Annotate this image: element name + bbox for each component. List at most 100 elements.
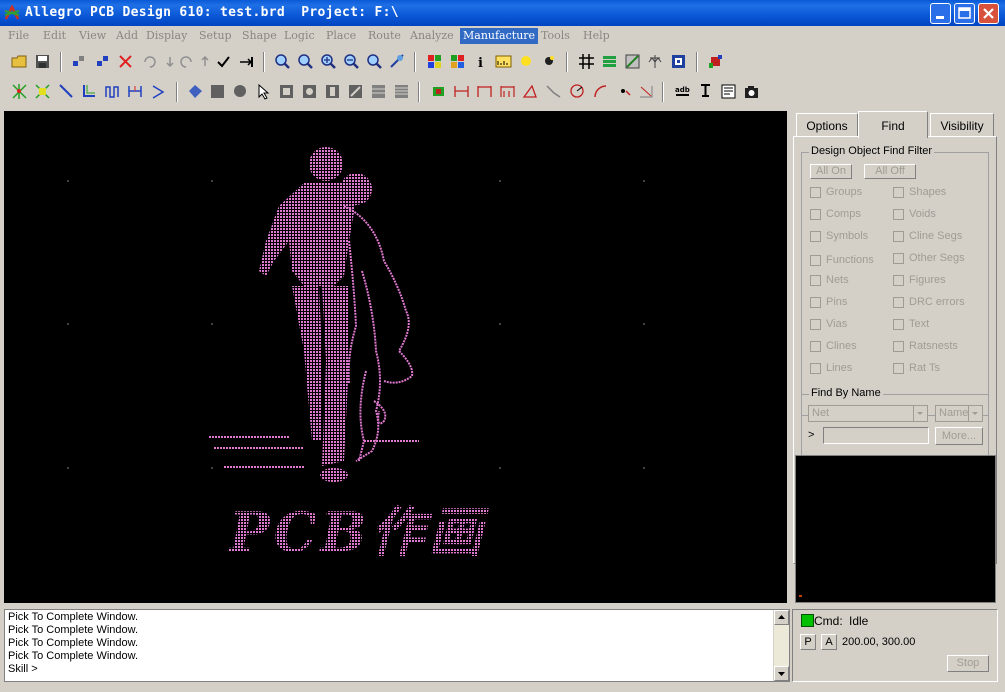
layer-visibility-button[interactable] [599, 51, 620, 72]
a-button[interactable]: A [821, 634, 837, 650]
next-button[interactable] [236, 51, 257, 72]
all-on-button[interactable]: All On [810, 164, 852, 179]
slide-icon [83, 85, 95, 97]
properties-button[interactable] [645, 51, 666, 72]
shadow-button[interactable] [447, 51, 468, 72]
menu-display[interactable]: Display [143, 28, 190, 44]
maximize-button[interactable] [954, 3, 975, 24]
menu-shape[interactable]: Shape [239, 28, 280, 44]
measure-button[interactable] [493, 51, 514, 72]
menu-edit[interactable]: Edit [40, 28, 69, 44]
zoom-fit-button[interactable] [295, 51, 316, 72]
shape-add-button[interactable] [185, 81, 206, 102]
console-scrollbar[interactable] [773, 610, 789, 681]
zoom-out-button[interactable] [341, 51, 362, 72]
outputs-button[interactable] [705, 51, 726, 72]
color-button[interactable] [424, 51, 445, 72]
dimension-button[interactable] [451, 81, 472, 102]
unrats-button[interactable] [9, 81, 30, 102]
scroll-up-button[interactable] [774, 610, 789, 625]
shape-params-button[interactable] [391, 81, 412, 102]
redo-button[interactable] [176, 51, 197, 72]
delay-tune-button[interactable] [102, 81, 123, 102]
move-button[interactable] [68, 51, 89, 72]
dimension-datum-button[interactable] [497, 81, 518, 102]
design-canvas[interactable]: PCB作画 [4, 111, 787, 603]
vertex-button[interactable] [148, 81, 169, 102]
zoom-in-button[interactable] [318, 51, 339, 72]
leader-button[interactable] [636, 81, 657, 102]
shape-select-button[interactable] [253, 81, 274, 102]
menu-help[interactable]: Help [580, 28, 613, 44]
photoplot-button[interactable] [741, 81, 762, 102]
show-rats-button[interactable] [32, 81, 53, 102]
chamfer-button[interactable] [543, 81, 564, 102]
tab-find[interactable]: Find [858, 111, 928, 138]
scroll-down-button[interactable] [774, 666, 789, 681]
menu-setup[interactable]: Setup [196, 28, 235, 44]
zoom-previous-button[interactable] [364, 51, 385, 72]
world-view-preview[interactable] [795, 455, 996, 603]
menu-place[interactable]: Place [323, 28, 359, 44]
highlight-button[interactable] [516, 51, 537, 72]
menu-analyze[interactable]: Analyze [407, 28, 457, 44]
void-element-button[interactable] [322, 81, 343, 102]
shape-merge-button[interactable] [368, 81, 389, 102]
menu-manufacture[interactable]: Manufacture [460, 28, 539, 44]
menu-bar: File Edit View Add Display Setup Shape L… [0, 26, 1005, 46]
delete-button[interactable] [115, 51, 136, 72]
redraw-button[interactable] [387, 51, 408, 72]
find-name-input[interactable] [823, 427, 929, 444]
void-circle-button[interactable] [299, 81, 320, 102]
arc-button[interactable] [590, 81, 611, 102]
dimension-linear-button[interactable] [474, 81, 495, 102]
menu-view[interactable]: View [76, 28, 109, 44]
copy-button[interactable] [92, 51, 113, 72]
menu-tools[interactable]: Tools [538, 28, 573, 44]
slide-button[interactable] [79, 81, 100, 102]
diameter-button[interactable] [613, 81, 634, 102]
open-file-button[interactable] [9, 51, 30, 72]
grid-toggle-button[interactable] [576, 51, 597, 72]
shape-edit-button[interactable] [345, 81, 366, 102]
dimension-angular-button[interactable] [520, 81, 541, 102]
save-button[interactable] [32, 51, 53, 72]
command-console[interactable]: Pick To Complete Window. Pick To Complet… [4, 609, 790, 682]
allegro-app-icon[interactable] [4, 5, 20, 21]
constraint-manager-button[interactable] [622, 51, 643, 72]
done-button[interactable] [213, 51, 234, 72]
tab-options[interactable]: Options [796, 113, 858, 137]
tab-visibility[interactable]: Visibility [930, 113, 994, 137]
menu-add[interactable]: Add [113, 28, 141, 44]
zoom-by-points-button[interactable] [272, 51, 293, 72]
place-manual-button[interactable] [428, 81, 449, 102]
minimize-button[interactable] [930, 3, 951, 24]
show-element-button[interactable]: i [470, 51, 491, 72]
more-button[interactable]: More... [935, 427, 983, 445]
artwork-button[interactable]: adb [672, 81, 693, 102]
add-connect-button[interactable] [56, 81, 77, 102]
void-button[interactable] [276, 81, 297, 102]
serpentine-icon [105, 86, 119, 98]
shape-rect-button[interactable] [207, 81, 228, 102]
close-button[interactable] [978, 3, 999, 24]
find-mode-select[interactable]: Name [935, 405, 983, 422]
all-off-button[interactable]: All Off [864, 164, 916, 179]
stop-button[interactable]: Stop [947, 655, 989, 672]
undo-button[interactable] [139, 51, 160, 72]
dehighlight-button[interactable] [539, 51, 560, 72]
drill-legend-button[interactable] [718, 81, 739, 102]
radius-button[interactable] [567, 81, 588, 102]
console-prompt[interactable]: Skill > [8, 663, 138, 676]
shape-circle-button[interactable] [230, 81, 251, 102]
3d-view-button[interactable] [668, 51, 689, 72]
menu-route[interactable]: Route [365, 28, 404, 44]
menu-logic[interactable]: Logic [281, 28, 318, 44]
find-by-name-group: Find By Name Net Name > More... [801, 387, 989, 458]
cmd-status-value: Idle [849, 614, 869, 628]
ncdrill-button[interactable] [695, 81, 716, 102]
custom-smooth-button[interactable] [125, 81, 146, 102]
menu-file[interactable]: File [5, 28, 32, 44]
p-button[interactable]: P [800, 634, 816, 650]
find-type-select[interactable]: Net [808, 405, 928, 422]
